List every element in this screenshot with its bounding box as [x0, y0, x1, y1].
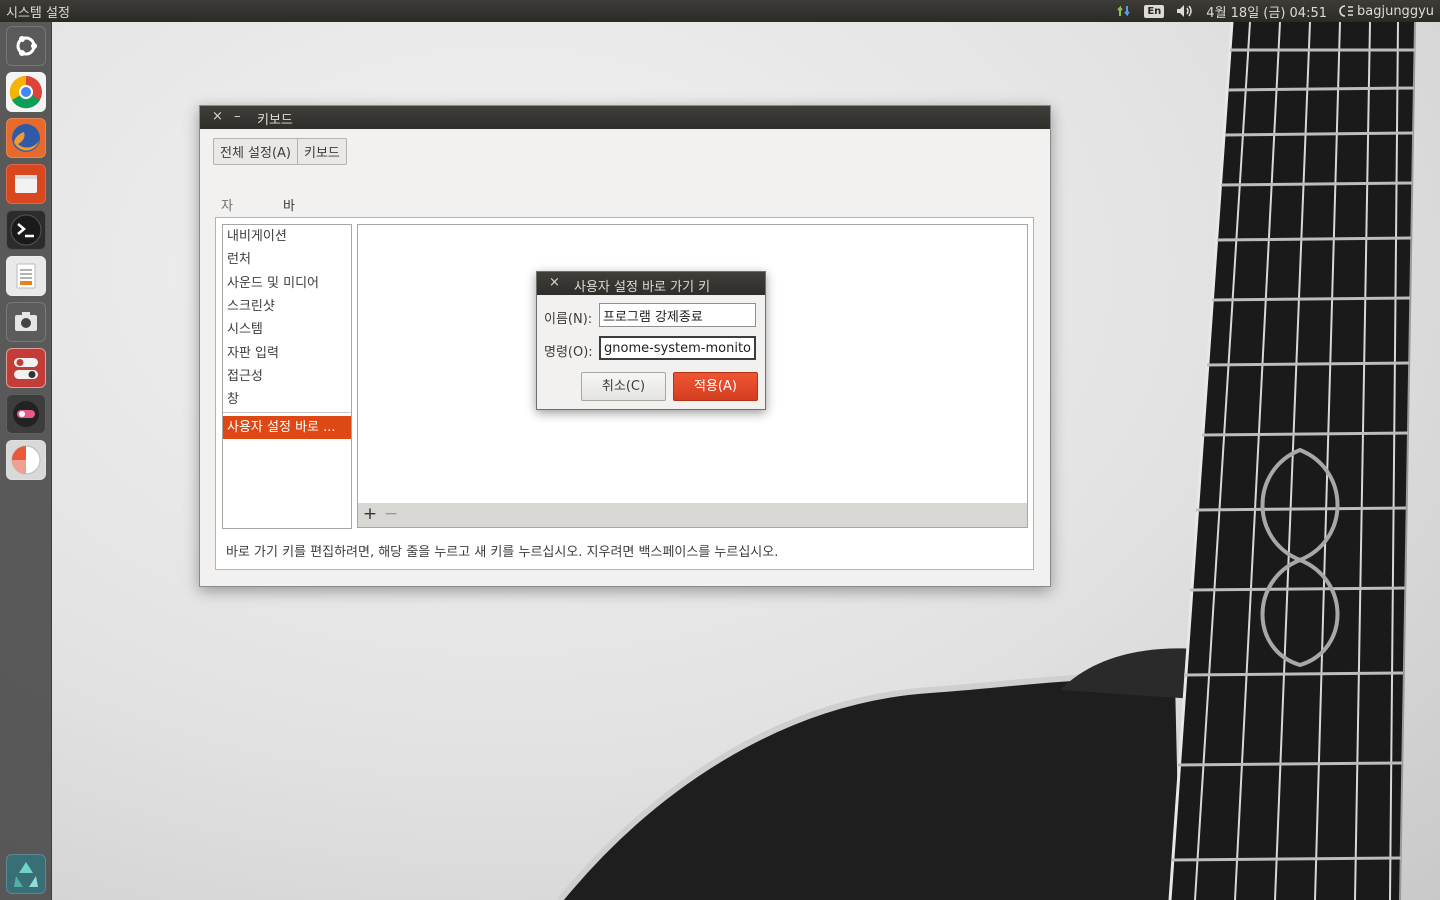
add-shortcut-button[interactable]: + — [360, 505, 380, 525]
text-editor-icon — [16, 263, 36, 289]
category-item-typing[interactable]: 자판 입력 — [223, 342, 351, 365]
top-panel: 시스템 설정 En 4월 18일 (금) 04:51 bagjunggyu — [0, 0, 1440, 22]
category-item-custom-shortcuts[interactable]: 사용자 설정 바로 ... — [223, 416, 351, 439]
category-item-sound-media[interactable]: 사운드 및 미디어 — [223, 272, 351, 295]
top-tab-bar: 전체 설정(A) 키보드 — [213, 138, 347, 165]
tab-all-settings[interactable]: 전체 설정(A) — [214, 139, 297, 164]
command-input[interactable] — [599, 336, 756, 360]
launcher — [0, 22, 52, 900]
shortcut-category-list[interactable]: 내비게이션 런처 사운드 및 미디어 스크린샷 시스템 자판 입력 접근성 창 … — [222, 224, 352, 529]
tab-keyboard[interactable]: 키보드 — [297, 139, 346, 164]
window-minimize-button[interactable]: – — [234, 109, 241, 124]
category-item-navigation[interactable]: 내비게이션 — [223, 225, 351, 248]
remove-shortcut-button[interactable]: − — [381, 505, 401, 525]
camera-icon — [15, 312, 37, 331]
name-label: 이름(N): — [544, 312, 593, 327]
category-item-launcher[interactable]: 런처 — [223, 248, 351, 271]
launcher-item-recorder[interactable] — [6, 394, 46, 434]
command-label: 명령(O): — [544, 345, 593, 360]
ubuntu-logo-icon — [16, 36, 37, 56]
launcher-item-terminal[interactable] — [6, 210, 46, 250]
launcher-item-system-settings[interactable] — [6, 348, 46, 388]
volume-icon[interactable] — [1176, 4, 1194, 18]
username-label: bagjunggyu — [1357, 3, 1434, 19]
firefox-icon — [12, 124, 40, 152]
custom-shortcut-dialog: × 사용자 설정 바로 가기 키 이름(N): 명령(O): 취소(C) 적용(… — [536, 271, 766, 410]
category-item-windows[interactable]: 창 — [223, 388, 351, 411]
window-title: 키보드 — [257, 113, 293, 128]
window-titlebar[interactable]: × – 키보드 — [200, 106, 1050, 129]
active-app-title: 시스템 설정 — [6, 6, 70, 21]
window-close-button[interactable]: × — [212, 109, 223, 124]
user-session-icon — [1339, 5, 1353, 17]
network-icon[interactable] — [1116, 3, 1132, 19]
shortcut-list-toolbar: + − — [357, 503, 1028, 528]
shortcut-hint-text: 바로 가기 키를 편집하려면, 해당 줄을 누르고 새 키를 누르십시오. 지우… — [226, 545, 779, 560]
dialog-close-button[interactable]: × — [549, 275, 560, 290]
input-method-indicator[interactable]: En — [1144, 4, 1165, 18]
chrome-icon — [9, 75, 42, 109]
pie-chart-icon — [11, 445, 41, 475]
category-item-screenshots[interactable]: 스크린샷 — [223, 295, 351, 318]
launcher-item-firefox[interactable] — [6, 118, 46, 158]
session-menu[interactable]: bagjunggyu — [1339, 4, 1434, 19]
dialog-title: 사용자 설정 바로 가기 키 — [574, 280, 711, 295]
launcher-item-dash-home[interactable] — [6, 26, 46, 66]
launcher-item-files[interactable] — [6, 164, 46, 204]
terminal-icon — [10, 214, 42, 246]
launcher-item-text-editor[interactable] — [6, 256, 46, 296]
recycle-icon — [14, 862, 38, 887]
cancel-button[interactable]: 취소(C) — [581, 372, 666, 401]
category-item-accessibility[interactable]: 접근성 — [223, 365, 351, 388]
apply-button[interactable]: 적용(A) — [673, 372, 758, 401]
clock-datetime[interactable]: 4월 18일 (금) 04:51 — [1206, 2, 1327, 21]
indicator-area: En 4월 18일 (금) 04:51 bagjunggyu — [1116, 0, 1434, 22]
record-icon — [13, 401, 39, 427]
launcher-item-screenshot[interactable] — [6, 302, 46, 342]
launcher-item-disk-usage[interactable] — [6, 440, 46, 480]
launcher-item-chrome[interactable] — [6, 72, 46, 112]
folder-icon — [15, 175, 37, 193]
name-input[interactable] — [599, 303, 756, 327]
dialog-titlebar[interactable]: × 사용자 설정 바로 가기 키 — [537, 272, 765, 295]
launcher-item-trash[interactable] — [6, 854, 46, 894]
settings-toggle-icon — [14, 358, 38, 379]
category-separator — [223, 412, 351, 413]
category-item-system[interactable]: 시스템 — [223, 318, 351, 341]
